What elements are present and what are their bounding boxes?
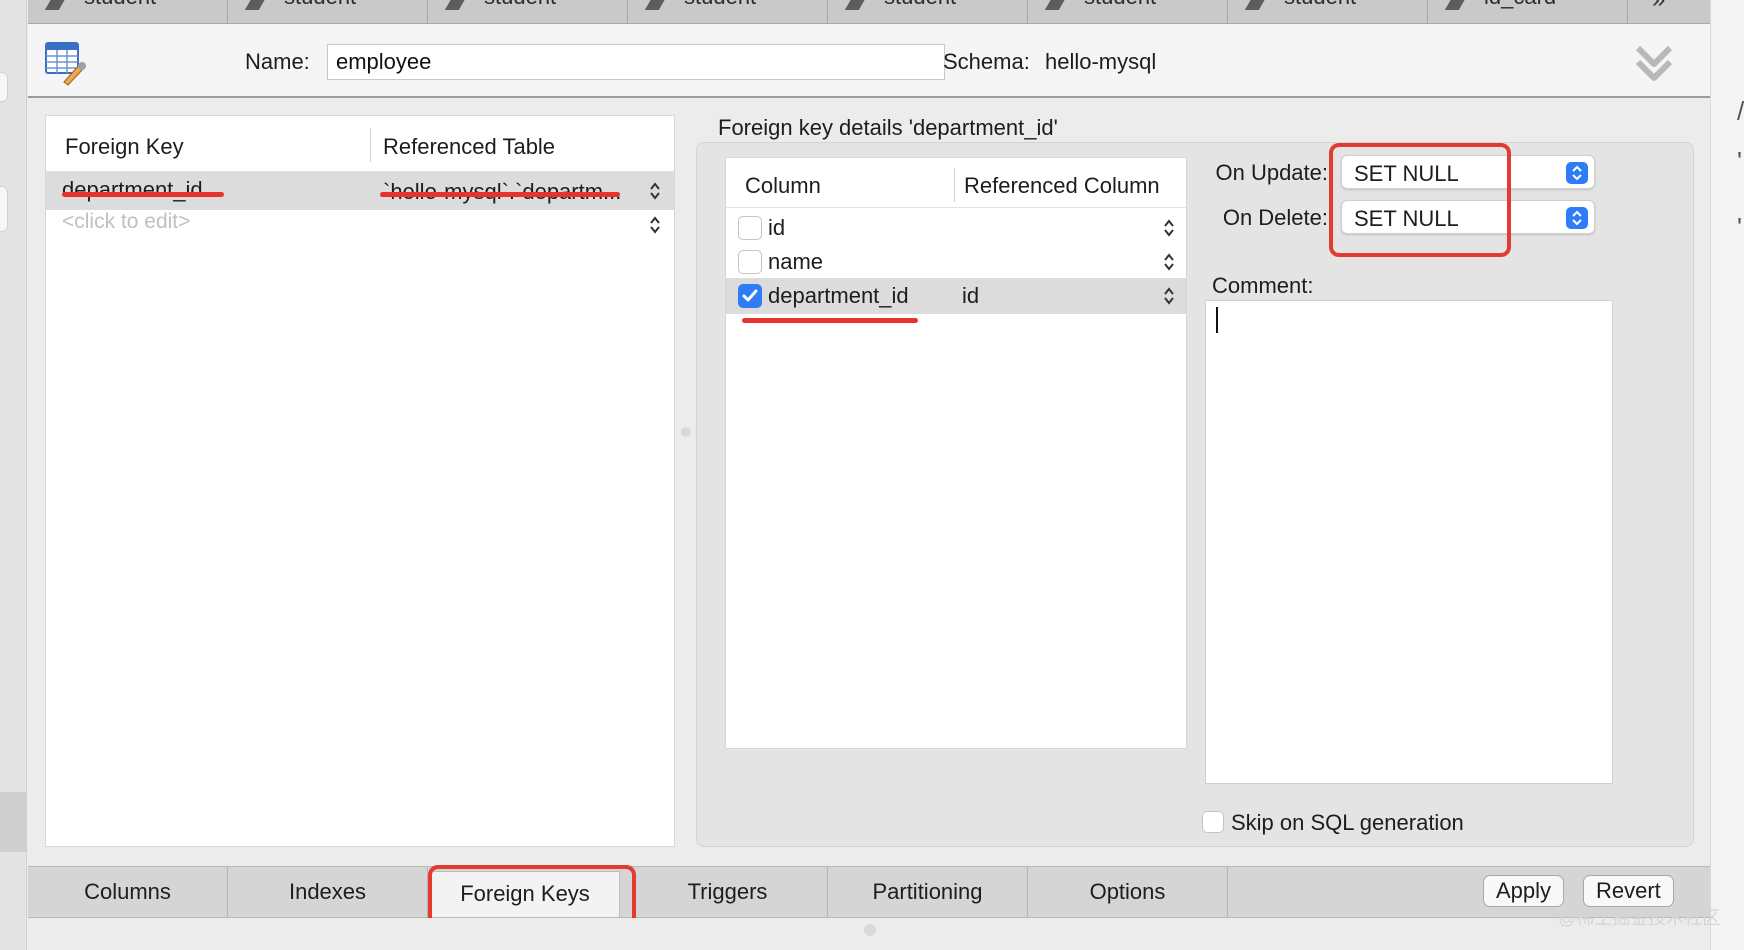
referenced-column-header[interactable]: Referenced Column <box>964 173 1160 199</box>
foreign-keys-editor: Foreign Key Referenced Table department_… <box>28 100 1710 866</box>
tab-columns[interactable]: Columns <box>28 867 228 917</box>
referenced-column-value[interactable]: id <box>962 283 979 309</box>
right-window-edge: / ' ' <box>1710 0 1744 950</box>
column-row-name[interactable]: name <box>726 244 1186 280</box>
table-edit-icon <box>45 42 86 86</box>
fk-details-panel: Column Referenced Column id name departm… <box>696 142 1694 847</box>
revert-button[interactable]: Revert <box>1583 875 1674 907</box>
table-name-input[interactable] <box>327 44 945 80</box>
column-row-id[interactable]: id <box>726 210 1186 246</box>
on-update-label: On Update: <box>1215 160 1328 185</box>
edge-glyph: ' <box>1737 212 1742 242</box>
fk-column-header[interactable]: Foreign Key <box>65 134 184 160</box>
up-down-chevron-icon[interactable] <box>649 181 661 201</box>
column-checkbox[interactable] <box>738 250 762 274</box>
annotation-underline <box>62 192 224 197</box>
top-tab[interactable]: id_card <box>1428 0 1628 24</box>
column-name: id <box>768 215 786 240</box>
status-footer <box>28 918 1710 950</box>
top-tab[interactable]: student <box>1228 0 1428 24</box>
fk-list-header: Foreign Key Referenced Table <box>46 116 674 172</box>
top-tab[interactable]: student <box>428 0 628 24</box>
column-checkbox[interactable] <box>738 216 762 240</box>
column-name: department_id <box>768 283 909 308</box>
top-tab[interactable]: student <box>628 0 828 24</box>
column-mapping-list: Column Referenced Column id name departm… <box>725 157 1187 749</box>
edge-nub <box>0 186 8 232</box>
fk-name-cell[interactable]: department_id <box>62 177 203 203</box>
up-down-chevron-icon[interactable] <box>1163 252 1175 272</box>
annotation-box <box>1329 143 1511 257</box>
referenced-table-header[interactable]: Referenced Table <box>383 134 555 160</box>
edge-glyph: ' <box>1737 146 1742 176</box>
schema-label: Schema: <box>943 49 1030 74</box>
skip-sql-label[interactable]: Skip on SQL generation <box>1231 810 1464 836</box>
tab-triggers[interactable]: Triggers <box>628 867 828 917</box>
popup-arrows-icon <box>1566 162 1588 184</box>
column-checkbox-checked[interactable] <box>738 284 762 308</box>
tab-partitioning[interactable]: Partitioning <box>828 867 1028 917</box>
top-tab[interactable]: student <box>1028 0 1228 24</box>
annotation-underline <box>380 192 620 197</box>
annotation-underline <box>742 318 918 323</box>
skip-sql-checkbox[interactable] <box>1202 811 1224 833</box>
popup-arrows-icon <box>1566 207 1588 229</box>
fk-row-department-id[interactable]: department_id `hello-mysql`.`departm... <box>46 172 674 210</box>
column-list-header: Column Referenced Column <box>726 158 1186 208</box>
fk-new-row[interactable]: <click to edit> <box>46 210 674 244</box>
click-to-edit-placeholder[interactable]: <click to edit> <box>62 210 190 234</box>
left-window-edge <box>0 0 27 950</box>
collapse-chevron-icon[interactable] <box>1634 42 1674 84</box>
fk-details-title: Foreign key details 'department_id' <box>718 115 1058 140</box>
tab-options[interactable]: Options <box>1028 867 1228 917</box>
on-delete-label: On Delete: <box>1222 205 1328 230</box>
tab-indexes[interactable]: Indexes <box>228 867 428 917</box>
top-tab[interactable]: student <box>28 0 228 24</box>
double-chevron-icon: » <box>1652 0 1665 14</box>
schema-value: hello-mysql <box>1045 49 1157 74</box>
splitter-handle[interactable] <box>864 924 876 936</box>
foreign-key-list: Foreign Key Referenced Table department_… <box>45 115 675 847</box>
top-tab[interactable]: student <box>828 0 1028 24</box>
column-row-department-id[interactable]: department_id id <box>726 278 1186 314</box>
edge-band <box>0 792 27 852</box>
edge-glyph: / <box>1737 96 1744 126</box>
more-tabs-button[interactable]: » <box>1628 0 1708 24</box>
table-header: Name: Schema: hello-mysql <box>28 24 1710 98</box>
edge-nub <box>0 72 8 102</box>
column-name: name <box>768 249 824 274</box>
comment-textarea[interactable] <box>1205 300 1613 784</box>
name-label: Name: <box>245 49 310 74</box>
watermark: @稀土掘金技术社区 <box>1558 908 1721 928</box>
editor-tab-bar: Columns Indexes Foreign Keys Triggers Pa… <box>28 865 1710 935</box>
up-down-chevron-icon[interactable] <box>649 215 661 235</box>
checkmark-icon <box>742 289 758 302</box>
up-down-chevron-icon[interactable] <box>1163 286 1175 306</box>
apply-button[interactable]: Apply <box>1483 875 1565 907</box>
top-tab[interactable]: student <box>228 0 428 24</box>
top-tab-strip: student student student student student … <box>28 0 1710 24</box>
column-header[interactable]: Column <box>745 173 821 199</box>
splitter-handle[interactable] <box>681 427 691 437</box>
text-caret <box>1216 307 1218 333</box>
comment-label: Comment: <box>1212 273 1314 298</box>
